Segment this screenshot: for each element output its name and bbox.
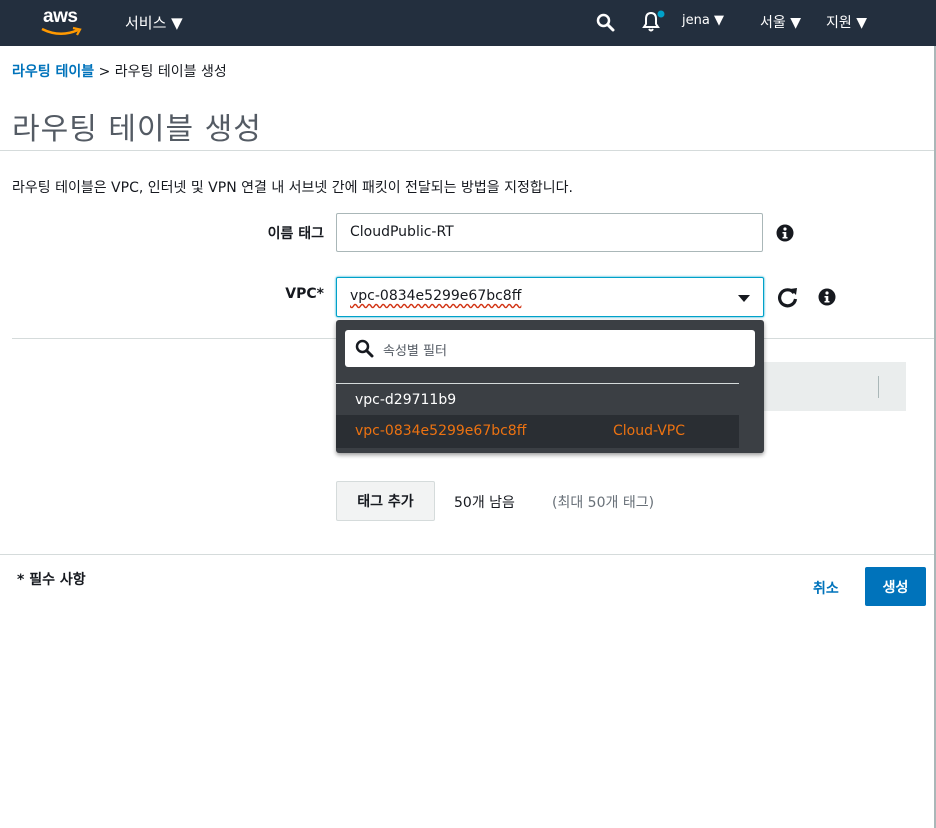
info-icon[interactable] <box>818 288 836 306</box>
section-divider <box>12 338 336 339</box>
section-divider <box>764 338 934 339</box>
smile-arrow-icon <box>41 26 82 36</box>
cancel-button[interactable]: 취소 <box>813 578 839 598</box>
info-icon[interactable] <box>776 224 794 242</box>
refresh-icon[interactable] <box>777 286 799 308</box>
option-vpc-name: Cloud-VPC <box>613 423 686 439</box>
search-icon[interactable] <box>596 13 615 32</box>
option-vpc-id: vpc-d29711b9 <box>355 392 457 408</box>
dropdown-option[interactable]: vpc-d29711b9 <box>336 384 739 417</box>
search-icon <box>355 339 374 358</box>
add-tag-button[interactable]: 태그 추가 <box>336 481 435 521</box>
tags-max: (최대 50개 태그) <box>552 495 655 511</box>
column-divider <box>878 376 879 398</box>
dropdown-option-selected[interactable]: vpc-0834e5299e67bc8ff Cloud-VPC <box>336 415 739 448</box>
aws-logo[interactable]: aws <box>40 6 88 40</box>
breadcrumb-current: 라우팅 테이블 생성 <box>114 64 227 80</box>
top-nav: aws 서비스 ▼ jena ▼ 서울 ▼ 지원 ▼ <box>0 0 936 46</box>
required-note: * 필수 사항 <box>17 572 86 588</box>
breadcrumb: 라우팅 테이블 > 라우팅 테이블 생성 <box>12 61 227 81</box>
page-title: 라우팅 테이블 생성 <box>12 112 262 147</box>
create-button[interactable]: 생성 <box>865 567 926 606</box>
name-tag-input[interactable]: CloudPublic-RT <box>336 213 763 252</box>
tags-remaining: 50개 남음 <box>454 495 515 511</box>
vpc-select[interactable]: vpc-0834e5299e67bc8ff <box>336 277 764 317</box>
filter-placeholder: 속성별 필터 <box>383 344 447 359</box>
bell-icon[interactable] <box>640 9 668 33</box>
page-description: 라우팅 테이블은 VPC, 인터넷 및 VPN 연결 내 서브넷 간에 패킷이 … <box>12 180 573 196</box>
option-vpc-id: vpc-0834e5299e67bc8ff <box>355 423 527 439</box>
vpc-dropdown: 속성별 필터 vpc-d29711b9 vpc-0834e5299e67bc8f… <box>336 320 764 453</box>
user-menu[interactable]: jena ▼ <box>682 13 724 28</box>
title-divider <box>0 150 934 151</box>
vpc-select-value: vpc-0834e5299e67bc8ff <box>350 288 522 304</box>
region-menu[interactable]: 서울 ▼ <box>760 12 801 32</box>
filter-input[interactable]: 속성별 필터 <box>345 330 755 367</box>
name-tag-label: 이름 태그 <box>267 226 324 242</box>
footer-divider <box>0 554 934 555</box>
logo-text: aws <box>43 6 78 27</box>
caret-down-icon <box>738 295 750 302</box>
support-menu[interactable]: 지원 ▼ <box>826 12 867 32</box>
vpc-label: VPC* <box>285 286 324 302</box>
services-menu[interactable]: 서비스 ▼ <box>125 12 183 33</box>
breadcrumb-route-tables-link[interactable]: 라우팅 테이블 <box>12 64 94 80</box>
breadcrumb-separator: > <box>94 64 115 80</box>
